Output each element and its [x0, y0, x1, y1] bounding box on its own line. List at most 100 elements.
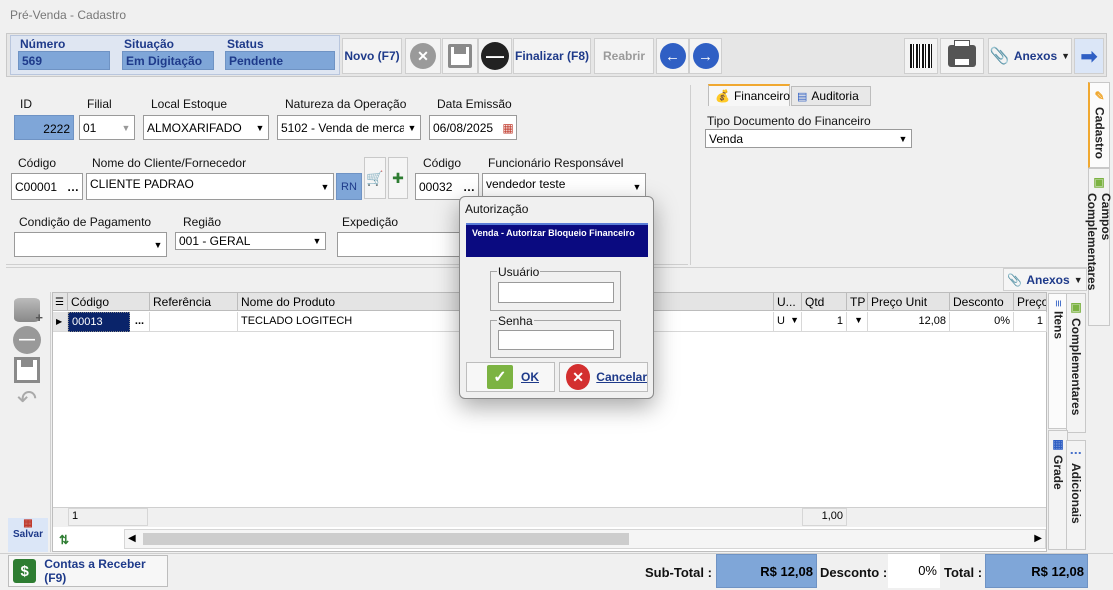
data-label: Data Emissão [437, 97, 512, 111]
cancel-record-button[interactable]: ✕ [405, 38, 441, 74]
grid-icon: ▦ [1051, 437, 1065, 451]
grid-footer [53, 507, 1046, 527]
cell-codigo-ellipsis[interactable]: ... [130, 312, 150, 332]
contas-receber-button[interactable]: $ Contas a Receber (F9) [8, 555, 168, 587]
ok-button[interactable]: ✓ OK [466, 362, 555, 392]
chevron-down-icon: ▼ [895, 130, 911, 147]
col-referencia[interactable]: Referência [150, 293, 238, 311]
col-qtd[interactable]: Qtd [802, 293, 847, 311]
desconto-total-field[interactable]: 0% [888, 554, 940, 588]
pencil-icon: ✎ [1092, 89, 1107, 103]
senha-input[interactable] [498, 330, 614, 350]
grid-anexos-label: Anexos [1026, 272, 1070, 287]
tipo-doc-select[interactable]: Venda ▼ [705, 129, 912, 148]
grid-anexos-button[interactable]: 📎 Anexos ▼ [1003, 268, 1087, 291]
tab-itens[interactable]: ≡ Itens [1048, 293, 1068, 429]
cell-tp[interactable]: ▼ [847, 312, 868, 332]
scroll-thumb[interactable] [143, 533, 629, 545]
save-item-button[interactable] [14, 357, 40, 383]
print-button[interactable] [940, 38, 984, 74]
natureza-value: 5102 - Venda de mercac [281, 121, 412, 135]
senha-label: Senha [497, 314, 534, 328]
reabrir-button[interactable]: Reabrir [594, 38, 654, 74]
salvar-layout-button[interactable]: ▦ Salvar [8, 518, 48, 552]
add-item-button[interactable]: + [11, 295, 43, 325]
col-preco[interactable]: Preço [1014, 293, 1047, 311]
data-emissao-field[interactable]: 06/08/2025 ▦ [429, 115, 517, 140]
local-estoque-select[interactable]: ALMOXARIFADO ▼ [143, 115, 269, 140]
floppy-icon [448, 44, 472, 68]
cell-unidade[interactable]: U ▼ [774, 312, 802, 332]
codigo-func-label: Código [423, 156, 462, 170]
itens-icon: ≡ [1051, 300, 1066, 308]
tab-auditoria[interactable]: ▤ Auditoria [791, 86, 871, 106]
col-preco-unit[interactable]: Preço Unit [868, 293, 950, 311]
numero-field: 569 [18, 51, 110, 70]
check-icon: ✓ [487, 365, 513, 389]
tab-financeiro[interactable]: 💰 Financeiro [708, 84, 790, 106]
dots-icon: ⋮ [1069, 447, 1083, 459]
cart-icon: 🛒 [366, 169, 384, 186]
col-tp[interactable]: TP [847, 293, 868, 311]
tab-campos-complementares[interactable]: ▣ Campos Complementares [1085, 168, 1113, 326]
remove-item-button[interactable]: — [13, 326, 41, 354]
condicao-select[interactable]: ▼ [14, 232, 167, 257]
chevron-down-icon: ▼ [118, 116, 134, 139]
horizontal-scrollbar[interactable]: ◀ ▶ [124, 529, 1046, 549]
tab-complementares[interactable]: ▣ Complementares [1066, 293, 1086, 433]
undo-button[interactable]: ↶ [12, 386, 42, 413]
anexos-toolbar-button[interactable]: 📎 Anexos ▼ [988, 38, 1072, 74]
x-circle-icon: ✕ [410, 43, 436, 69]
chevron-down-icon: ▼ [1073, 274, 1083, 285]
regiao-select[interactable]: 001 - GERAL ▼ [175, 232, 326, 250]
calendar-icon[interactable]: ▦ [500, 116, 516, 139]
usuario-input[interactable] [498, 282, 614, 303]
rn-badge[interactable]: RN [336, 173, 362, 200]
cell-desconto[interactable]: 0% [950, 312, 1014, 332]
cell-codigo-value: 00013 [72, 316, 103, 328]
grid-menu-icon[interactable]: ☰ [55, 297, 64, 308]
chevron-down-icon: ▼ [252, 116, 268, 139]
cell-preco-unit[interactable]: 12,08 [868, 312, 950, 332]
scroll-right-icon[interactable]: ▶ [1034, 533, 1042, 544]
scroll-left-icon[interactable]: ◀ [128, 533, 136, 544]
sort-button[interactable]: ⇅ [53, 528, 75, 552]
footer-count: 1 [68, 508, 148, 526]
col-desconto[interactable]: Desconto [950, 293, 1014, 311]
tab-grade[interactable]: ▦ Grade [1048, 430, 1068, 550]
filial-select[interactable]: 01 ▼ [79, 115, 135, 140]
cell-qtd[interactable]: 1 [802, 312, 847, 332]
cell-referencia[interactable] [150, 312, 238, 332]
novo-button[interactable]: Novo (F7) [342, 38, 402, 74]
ellipsis-button[interactable]: … [64, 174, 82, 199]
dialog-banner: Venda - Autorizar Bloqueio Financeiro [466, 223, 648, 257]
cell-codigo[interactable]: 00013 [68, 312, 130, 332]
col-codigo[interactable]: Código [68, 293, 150, 311]
exit-button[interactable]: ➡ [1074, 38, 1104, 74]
filial-label: Filial [87, 97, 112, 111]
cell-preco[interactable]: 1 [1014, 312, 1047, 332]
natureza-select[interactable]: 5102 - Venda de mercac ▼ [277, 115, 421, 140]
row-indicator: ▶ [53, 312, 68, 332]
cliente-select[interactable]: CLIENTE PADRAO ▼ [86, 173, 334, 200]
grid-row-header: ☰ [53, 293, 68, 311]
window-title: Pré-Venda - Cadastro [10, 8, 127, 22]
usuario-label: Usuário [497, 265, 541, 279]
tab-cadastro[interactable]: ✎ Cadastro [1088, 82, 1110, 168]
numero-label: Número [20, 37, 66, 51]
finalizar-button[interactable]: Finalizar (F8) [513, 38, 591, 74]
tab-adicionais[interactable]: ⋮ Adicionais [1066, 440, 1086, 550]
client-add-button[interactable]: ✚ [388, 157, 408, 199]
cancelar-button[interactable]: ✕ Cancelar [559, 362, 648, 392]
chevron-down-icon: ▼ [404, 116, 420, 139]
barcode-button[interactable] [904, 38, 938, 74]
cart-add-button[interactable]: 🛒 [364, 157, 386, 199]
codigo-cliente-field[interactable]: C00001… [11, 173, 83, 200]
tab-itens-label: Itens [1051, 311, 1066, 340]
save-button[interactable] [442, 38, 478, 74]
col-unidade[interactable]: U... [774, 293, 802, 311]
expedicao-field[interactable] [337, 232, 461, 257]
previous-button[interactable]: ← [656, 38, 689, 74]
remove-button[interactable]: — [478, 38, 512, 74]
next-button[interactable]: → [689, 38, 722, 74]
